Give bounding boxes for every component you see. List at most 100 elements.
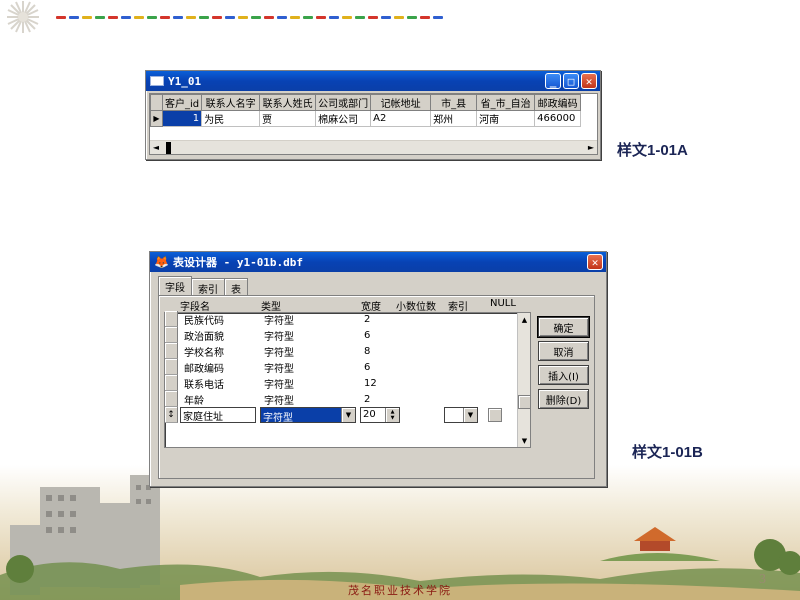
vertical-scrollbar[interactable]: ▲ ▼ (517, 313, 531, 447)
field-width: 12 (364, 377, 377, 389)
chevron-down-icon[interactable]: ▼ (463, 408, 477, 422)
field-list: ▲ ▼ ↕ 字符型 ▼ 20 ▲▼ ▼ 民族代码字符型2政治面貌字符型6学校名称… (164, 311, 531, 448)
column-header[interactable]: 记帐地址 (370, 94, 432, 111)
ok-button[interactable]: 确定 (537, 316, 590, 338)
field-type: 字符型 (264, 315, 294, 327)
field-type: 字符型 (264, 379, 294, 391)
scroll-thumb[interactable] (518, 395, 531, 409)
dash-segment (108, 15, 118, 19)
table-cell[interactable]: 河南 (476, 110, 536, 127)
field-type: 字符型 (264, 347, 294, 359)
column-header[interactable]: 公司或部门 (315, 94, 372, 111)
table-designer-titlebar[interactable]: 🦊 表设计器 - y1-01b.dbf ✕ (150, 252, 606, 272)
scroll-left-icon[interactable]: ◄ (150, 142, 162, 154)
dash-segment (342, 15, 352, 19)
scroll-right-icon[interactable]: ► (585, 142, 597, 154)
field-name: 政治面貌 (184, 331, 224, 343)
field-row[interactable]: 政治面貌 字符型 6 (165, 327, 404, 343)
row-selector[interactable] (165, 359, 178, 375)
type-select-value: 字符型 (261, 408, 341, 424)
delete-button[interactable]: 删除(D) (538, 389, 589, 409)
table-cell[interactable]: 466000 (534, 110, 582, 127)
table-cell[interactable]: 贾 (259, 110, 317, 127)
column-header[interactable]: 邮政编码 (534, 94, 582, 111)
dash-segment (381, 15, 391, 19)
dash-segment (394, 15, 404, 19)
header-null: NULL (490, 298, 516, 309)
chevron-down-icon[interactable]: ▼ (341, 408, 355, 422)
dash-segment (160, 15, 170, 19)
caption-sample-b: 样文1-01B (632, 444, 703, 461)
field-width: 6 (364, 329, 371, 341)
dash-segment (82, 15, 92, 19)
tab-table[interactable]: 表 (224, 278, 248, 296)
table-cell[interactable]: 棉麻公司 (315, 110, 372, 127)
close-button[interactable]: ✕ (581, 73, 597, 89)
dash-segment (303, 15, 313, 19)
table-row[interactable]: ▶ 1 为民贾棉麻公司 A2 郑州 河南 466000 (150, 110, 582, 127)
tab-index[interactable]: 索引 (191, 278, 225, 296)
dash-segment (251, 15, 261, 19)
edit-row: ↕ 字符型 ▼ 20 ▲▼ ▼ (165, 407, 517, 424)
tab-fields[interactable]: 字段 (158, 276, 192, 295)
dash-segment (329, 15, 339, 19)
field-row[interactable]: 学校名称 字符型 8 (165, 343, 404, 359)
dash-segment (199, 15, 209, 19)
column-header[interactable]: 省_市_自治 (476, 94, 536, 111)
width-spinner[interactable]: 20 ▲ ▼ (360, 407, 400, 423)
header-index: 索引 (448, 302, 468, 313)
field-width: 2 (364, 393, 371, 405)
window-title: 表设计器 - y1-01b.dbf (172, 256, 304, 269)
dash-segment (56, 15, 66, 19)
row-selector[interactable] (165, 311, 178, 327)
fox-icon: 🦊 (154, 255, 169, 269)
browse-window-titlebar[interactable]: Y1_01 _ □ ✕ (146, 71, 600, 91)
cancel-button[interactable]: 取消 (538, 341, 589, 361)
table-cell[interactable]: 为民 (201, 110, 261, 127)
field-row[interactable]: 联系电话 字符型 12 (165, 375, 404, 391)
row-selector[interactable] (165, 327, 178, 343)
field-width: 2 (364, 313, 371, 325)
row-pointer-icon[interactable]: ▶ (150, 110, 163, 127)
column-header[interactable]: 联系人姓氏 (259, 94, 317, 111)
minimize-button[interactable]: _ (545, 73, 561, 89)
type-select[interactable]: 字符型 ▼ (260, 407, 356, 424)
row-selector[interactable] (165, 343, 178, 359)
close-button[interactable]: ✕ (587, 254, 603, 270)
field-type: 字符型 (264, 363, 294, 375)
field-name: 联系电话 (184, 379, 224, 391)
scroll-up-icon[interactable]: ▲ (518, 313, 531, 326)
scroll-down-icon[interactable]: ▼ (518, 434, 531, 447)
dash-segment (290, 15, 300, 19)
field-row[interactable]: 年龄 字符型 2 (165, 391, 404, 407)
null-toggle-button[interactable] (488, 408, 502, 422)
row-selector[interactable] (165, 375, 178, 391)
scroll-thumb[interactable] (166, 141, 171, 154)
table-cell[interactable]: 郑州 (430, 110, 478, 127)
column-header[interactable]: 市_县 (430, 94, 478, 111)
field-name-input[interactable] (180, 407, 256, 423)
column-header[interactable]: 联系人名字 (201, 94, 261, 111)
field-row[interactable]: 邮政编码 字符型 6 (165, 359, 404, 375)
grid-corner (150, 94, 163, 111)
table-cell[interactable]: 1 (161, 110, 203, 127)
field-width: 6 (364, 361, 371, 373)
dash-segment (238, 15, 248, 19)
table-cell[interactable]: A2 (370, 110, 432, 127)
caption-sample-a: 样文1-01A (617, 142, 688, 159)
row-selector[interactable] (165, 391, 178, 407)
column-header[interactable]: 客户_id (161, 94, 203, 111)
dash-segment (420, 15, 430, 19)
maximize-button[interactable]: □ (563, 73, 579, 89)
index-select[interactable]: ▼ (444, 407, 478, 423)
dash-segment (368, 15, 378, 19)
field-name: 学校名称 (184, 347, 224, 359)
field-row[interactable]: 民族代码 字符型 2 (165, 311, 404, 327)
spinner-arrows-icon[interactable]: ▲ ▼ (385, 408, 399, 422)
horizontal-scrollbar[interactable]: ◄ ► (150, 140, 597, 154)
sunburst-decoration (7, 1, 39, 33)
field-name: 邮政编码 (184, 363, 224, 375)
insert-button[interactable]: 插入(I) (538, 365, 589, 385)
move-row-icon[interactable]: ↕ (165, 407, 178, 423)
table-designer-window: 🦊 表设计器 - y1-01b.dbf ✕ 字段 索引 表 字段名 类型 宽度 … (149, 251, 607, 487)
